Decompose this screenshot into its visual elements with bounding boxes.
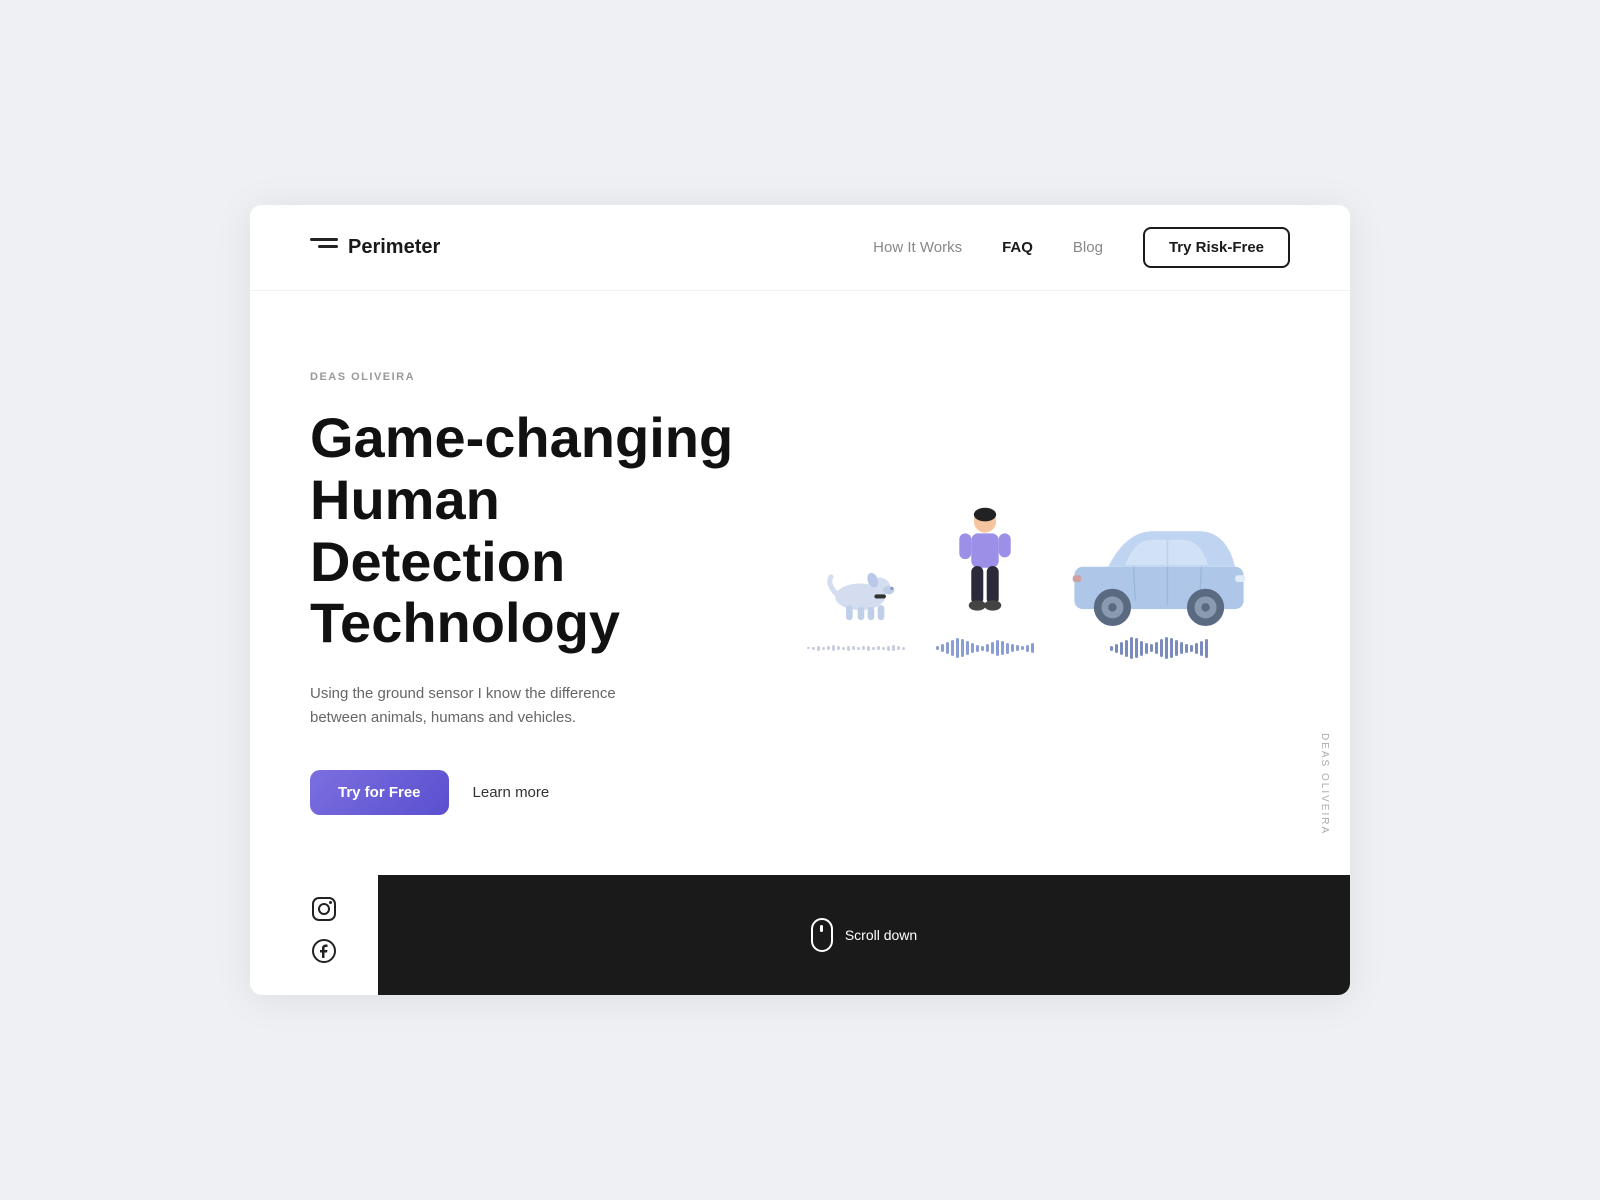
brand-name: Perimeter — [348, 236, 440, 259]
scroll-mouse-icon — [811, 918, 833, 952]
hero-section: DEAS OLIVEIRA Game-changing Human Detect… — [250, 291, 1350, 874]
social-sidebar — [250, 875, 378, 995]
instagram-icon[interactable] — [310, 895, 338, 923]
person-illustration — [936, 506, 1034, 660]
browser-frame: Perimeter How It Works FAQ Blog Try Risk… — [250, 205, 1350, 994]
nav-faq[interactable]: FAQ — [1002, 239, 1033, 256]
navbar: Perimeter How It Works FAQ Blog Try Risk… — [250, 205, 1350, 291]
logo-line-1 — [310, 238, 338, 241]
hero-content: DEAS OLIVEIRA Game-changing Human Detect… — [310, 371, 770, 814]
hero-title-line3: Technology — [310, 591, 620, 654]
logo-line-2 — [318, 245, 338, 248]
hero-author: DEAS OLIVEIRA — [310, 371, 770, 383]
car-waveform — [1110, 636, 1208, 660]
try-for-free-button[interactable]: Try for Free — [310, 770, 449, 815]
side-label: DEAS OLIVEIRA — [1319, 733, 1330, 835]
nav-links: How It Works FAQ Blog Try Risk-Free — [873, 227, 1290, 268]
person-waveform — [936, 636, 1034, 660]
dog-svg — [806, 546, 906, 626]
learn-more-button[interactable]: Learn more — [473, 784, 550, 801]
scroll-label: Scroll down — [845, 927, 917, 943]
person-svg — [950, 506, 1020, 626]
hero-description: Using the ground sensor I know the diffe… — [310, 682, 670, 730]
scroll-bar: Scroll down — [378, 875, 1350, 995]
nav-cta-button[interactable]: Try Risk-Free — [1143, 227, 1290, 268]
bottom-section: Scroll down — [250, 875, 1350, 995]
dog-waveform — [807, 636, 905, 660]
logo-icon — [310, 238, 338, 258]
nav-how-it-works[interactable]: How It Works — [873, 239, 962, 256]
car-svg — [1064, 516, 1254, 626]
hero-illustrations — [770, 506, 1290, 680]
hero-title: Game-changing Human Detection Technology — [310, 407, 770, 653]
dog-illustration — [806, 546, 906, 660]
hero-title-line2: Human Detection — [310, 468, 565, 593]
scroll-wheel — [820, 925, 823, 932]
hero-buttons: Try for Free Learn more — [310, 770, 770, 815]
car-illustration — [1064, 516, 1254, 660]
hero-title-line1: Game-changing — [310, 406, 733, 469]
nav-blog[interactable]: Blog — [1073, 239, 1103, 256]
logo[interactable]: Perimeter — [310, 236, 440, 259]
facebook-icon[interactable] — [310, 937, 338, 965]
